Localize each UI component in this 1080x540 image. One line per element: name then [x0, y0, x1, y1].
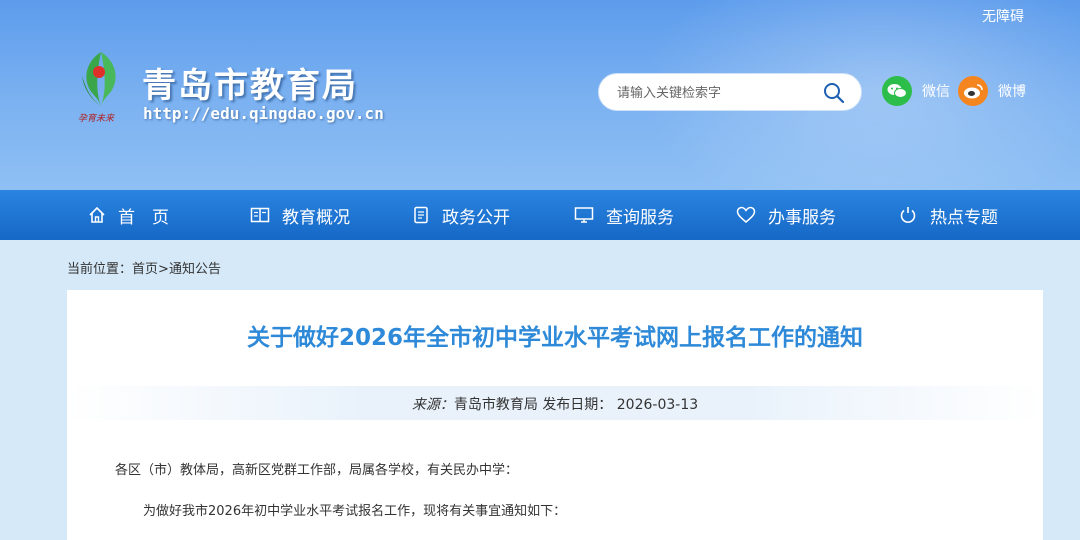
main-nav: 首 页 教育概况 政务公开 查询服务 办事服务 热点专题	[0, 190, 1080, 240]
wechat-icon	[882, 76, 912, 106]
weibo-icon	[958, 76, 988, 106]
search-box	[598, 73, 862, 111]
date-label: 发布日期：	[542, 397, 613, 413]
article-paragraph: 各区（市）教体局，高新区党群工作部，局属各学校，有关民办中学：	[115, 463, 519, 478]
site-url: http://edu.qingdao.gov.cn	[143, 104, 384, 123]
book-icon	[250, 207, 270, 223]
article-title: 关于做好2026年全市初中学业水平考试网上报名工作的通知	[246, 325, 863, 351]
site-title: 青岛市教育局	[142, 66, 358, 106]
breadcrumb: 当前位置：首页>通知公告	[67, 258, 221, 277]
document-icon	[414, 206, 428, 224]
breadcrumb-prefix: 当前位置：	[67, 262, 133, 277]
date-value: 2026-03-13	[616, 397, 699, 413]
wechat-label: 微信	[922, 84, 950, 100]
nav-item-topics[interactable]: 热点专题	[898, 190, 998, 240]
heart-icon	[736, 206, 756, 223]
header: 无障碍 孕育未来 青岛市教育局 http://edu.qingdao.gov.c…	[0, 0, 1080, 190]
logo-text: 孕育未来	[78, 113, 115, 124]
nav-item-overview[interactable]: 教育概况	[250, 190, 350, 240]
breadcrumb-separator: >	[158, 262, 169, 277]
logo-icon[interactable]: 孕育未来	[74, 46, 128, 124]
nav-label-affairs: 政务公开	[442, 207, 510, 228]
nav-label-topics: 热点专题	[930, 207, 998, 228]
nav-label-service: 办事服务	[768, 207, 836, 228]
source-label: 来源：	[411, 397, 454, 413]
search-icon[interactable]	[823, 82, 845, 104]
nav-item-service[interactable]: 办事服务	[736, 190, 836, 240]
monitor-icon	[574, 207, 594, 223]
nav-item-query[interactable]: 查询服务	[574, 190, 674, 240]
nav-label-overview: 教育概况	[282, 207, 350, 228]
nav-item-affairs[interactable]: 政务公开	[412, 190, 510, 240]
article-container: 关于做好2026年全市初中学业水平考试网上报名工作的通知 来源：青岛市教育局 发…	[67, 290, 1043, 540]
search-input[interactable]	[615, 82, 809, 104]
breadcrumb-current-link[interactable]: 通知公告	[169, 262, 221, 277]
weibo-label: 微博	[998, 84, 1026, 100]
source-value: 青岛市教育局	[453, 397, 538, 413]
wechat-link[interactable]: 微信	[882, 76, 950, 106]
breadcrumb-home-link[interactable]: 首页	[132, 262, 158, 277]
home-icon	[89, 206, 105, 223]
accessibility-link[interactable]: 无障碍	[982, 6, 1024, 26]
article-paragraph: 为做好我市2026年初中学业水平考试报名工作，现将有关事宜通知如下：	[143, 504, 567, 519]
nav-label-query: 查询服务	[606, 207, 674, 228]
nav-label-home: 首 页	[118, 207, 169, 228]
nav-item-home[interactable]: 首 页	[88, 190, 169, 240]
power-icon	[900, 207, 916, 223]
article-meta: 来源：青岛市教育局 发布日期： 2026-03-13	[67, 394, 1043, 414]
weibo-link[interactable]: 微博	[958, 76, 1026, 106]
